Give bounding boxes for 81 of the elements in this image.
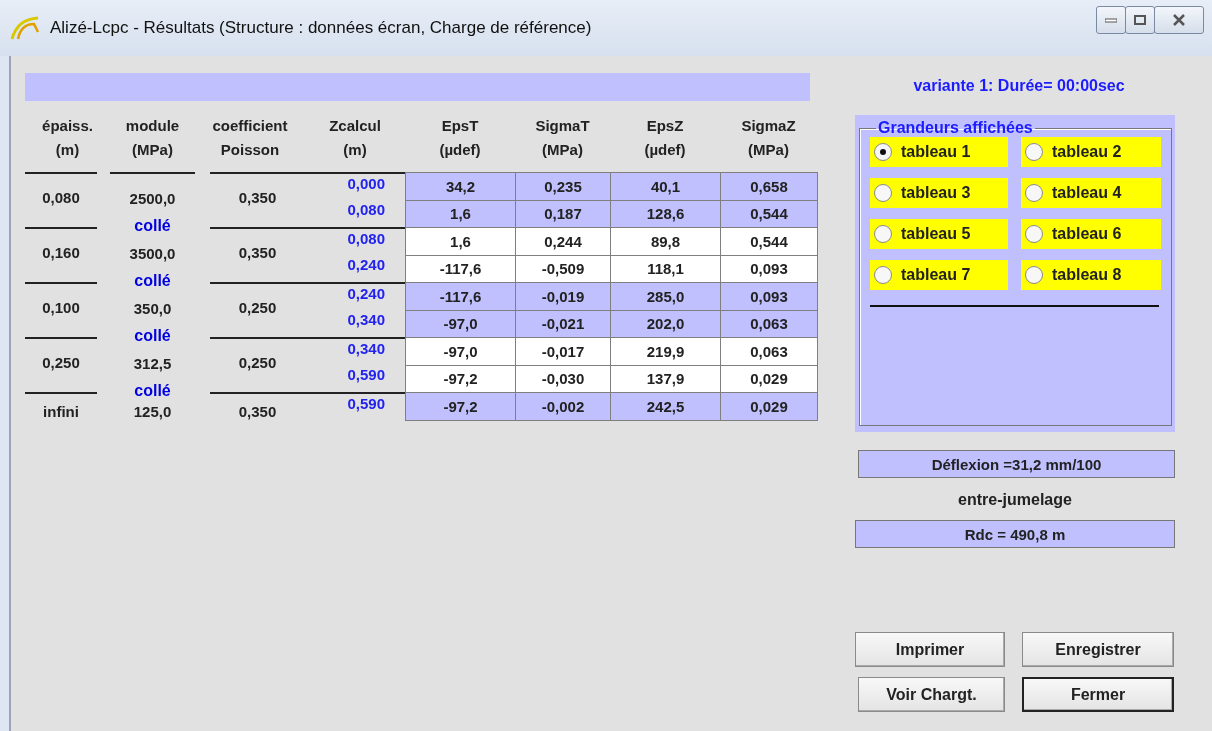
action-button[interactable]: Voir Chargt. bbox=[858, 677, 1005, 712]
table-cell: 0,093 bbox=[720, 282, 818, 311]
depth-value: 0,000 bbox=[347, 175, 385, 192]
radio-option[interactable]: tableau 2 bbox=[1021, 137, 1161, 167]
depth-value: 0,240 bbox=[347, 285, 385, 302]
table-cell: -117,6 bbox=[405, 282, 516, 311]
interface-label: collé bbox=[133, 382, 172, 400]
rdc-box: Rdc = 490,8 m bbox=[855, 520, 1175, 548]
table-cell: 0,244 bbox=[515, 227, 611, 256]
table-cell: -0,002 bbox=[515, 392, 611, 421]
minimize-button[interactable] bbox=[1096, 6, 1126, 34]
column-header: épaiss. (m) bbox=[41, 116, 94, 160]
table-cell: 219,9 bbox=[610, 337, 721, 366]
maximize-button[interactable] bbox=[1125, 6, 1155, 34]
radio-option[interactable]: tableau 6 bbox=[1021, 219, 1161, 249]
action-button[interactable]: Imprimer bbox=[855, 632, 1005, 667]
minimize-icon bbox=[1105, 17, 1117, 23]
table-cell: 0,100 bbox=[42, 299, 80, 316]
app-icon bbox=[10, 15, 40, 41]
table-cell: 0,350 bbox=[238, 189, 277, 206]
radio-option[interactable]: tableau 1 bbox=[870, 137, 1008, 167]
table-cell: 0,080 bbox=[42, 189, 80, 206]
radio-option[interactable]: tableau 8 bbox=[1021, 260, 1161, 290]
column-header: EpsZ (µdef) bbox=[643, 116, 687, 160]
interface-label: collé bbox=[133, 217, 172, 235]
column-header: module (MPa) bbox=[124, 116, 181, 160]
table-cell: 0,658 bbox=[720, 172, 818, 201]
maximize-icon bbox=[1134, 15, 1146, 25]
depth-value: 0,590 bbox=[347, 365, 385, 383]
table-cell: 1,6 bbox=[405, 227, 516, 256]
table-cell: 285,0 bbox=[610, 282, 721, 311]
depth-value: 0,340 bbox=[347, 340, 385, 357]
depth-value: 0,340 bbox=[347, 310, 385, 328]
depth-value: 0,590 bbox=[347, 395, 385, 412]
table-cell: 3500,0 bbox=[129, 245, 176, 262]
table-cell: 2500,0 bbox=[129, 190, 176, 207]
action-button[interactable]: Fermer bbox=[1022, 677, 1174, 712]
close-icon bbox=[1172, 14, 1186, 26]
table-cell: 34,2 bbox=[405, 172, 516, 201]
table-cell: -0,017 bbox=[515, 337, 611, 366]
table-cell: 0,250 bbox=[238, 299, 277, 316]
table-cell: 0,250 bbox=[42, 354, 80, 371]
table-cell: 40,1 bbox=[610, 172, 721, 201]
close-button[interactable] bbox=[1154, 6, 1204, 34]
column-header: EpsT (µdef) bbox=[438, 116, 482, 160]
interface-label: collé bbox=[133, 272, 172, 290]
table-cell: 0,544 bbox=[720, 227, 818, 256]
depth-value: 0,080 bbox=[347, 230, 385, 247]
table-cell: 0,235 bbox=[515, 172, 611, 201]
window-title: Alizé-Lcpc - Résultats (Structure : données écran, Charge de référence) bbox=[50, 18, 593, 38]
depth-value: 0,080 bbox=[347, 200, 385, 218]
variant-label: variante 1: Durée= 00:00sec bbox=[912, 76, 1126, 96]
radio-option[interactable]: tableau 5 bbox=[870, 219, 1008, 249]
depth-value: 0,240 bbox=[347, 255, 385, 273]
deflection-box: Déflexion =31,2 mm/100 bbox=[858, 450, 1175, 478]
table-cell: -97,2 bbox=[405, 392, 516, 421]
table-cell: -0,019 bbox=[515, 282, 611, 311]
deflection-note: entre-jumelage bbox=[957, 490, 1073, 510]
table-cell: 0,350 bbox=[238, 244, 277, 261]
group-title: Grandeurs affichées bbox=[877, 119, 1034, 137]
interface-label: collé bbox=[133, 327, 172, 345]
table-cell: 125,0 bbox=[133, 402, 172, 420]
table-cell: 312,5 bbox=[133, 355, 172, 372]
table-cell: 0,029 bbox=[720, 392, 818, 421]
table-cell: 0,063 bbox=[720, 337, 818, 366]
action-button[interactable]: Enregistrer bbox=[1022, 632, 1174, 667]
column-header: SigmaZ (MPa) bbox=[740, 116, 797, 160]
radio-option[interactable]: tableau 4 bbox=[1021, 178, 1161, 208]
column-header: SigmaT (MPa) bbox=[534, 116, 591, 160]
table-cell: 89,8 bbox=[610, 227, 721, 256]
radio-option[interactable]: tableau 3 bbox=[870, 178, 1008, 208]
table-cell: 0,160 bbox=[42, 244, 80, 261]
column-header: Zcalcul (m) bbox=[328, 116, 382, 160]
radio-option[interactable]: tableau 7 bbox=[870, 260, 1008, 290]
table-cell: 242,5 bbox=[610, 392, 721, 421]
table-cell: 350,0 bbox=[133, 300, 172, 317]
column-header: coefficient Poisson bbox=[211, 116, 289, 160]
table-cell: -97,0 bbox=[405, 337, 516, 366]
table-cell: 0,350 bbox=[238, 402, 277, 420]
table-cell: 0,250 bbox=[238, 354, 277, 371]
table-cell: infini bbox=[43, 402, 79, 420]
